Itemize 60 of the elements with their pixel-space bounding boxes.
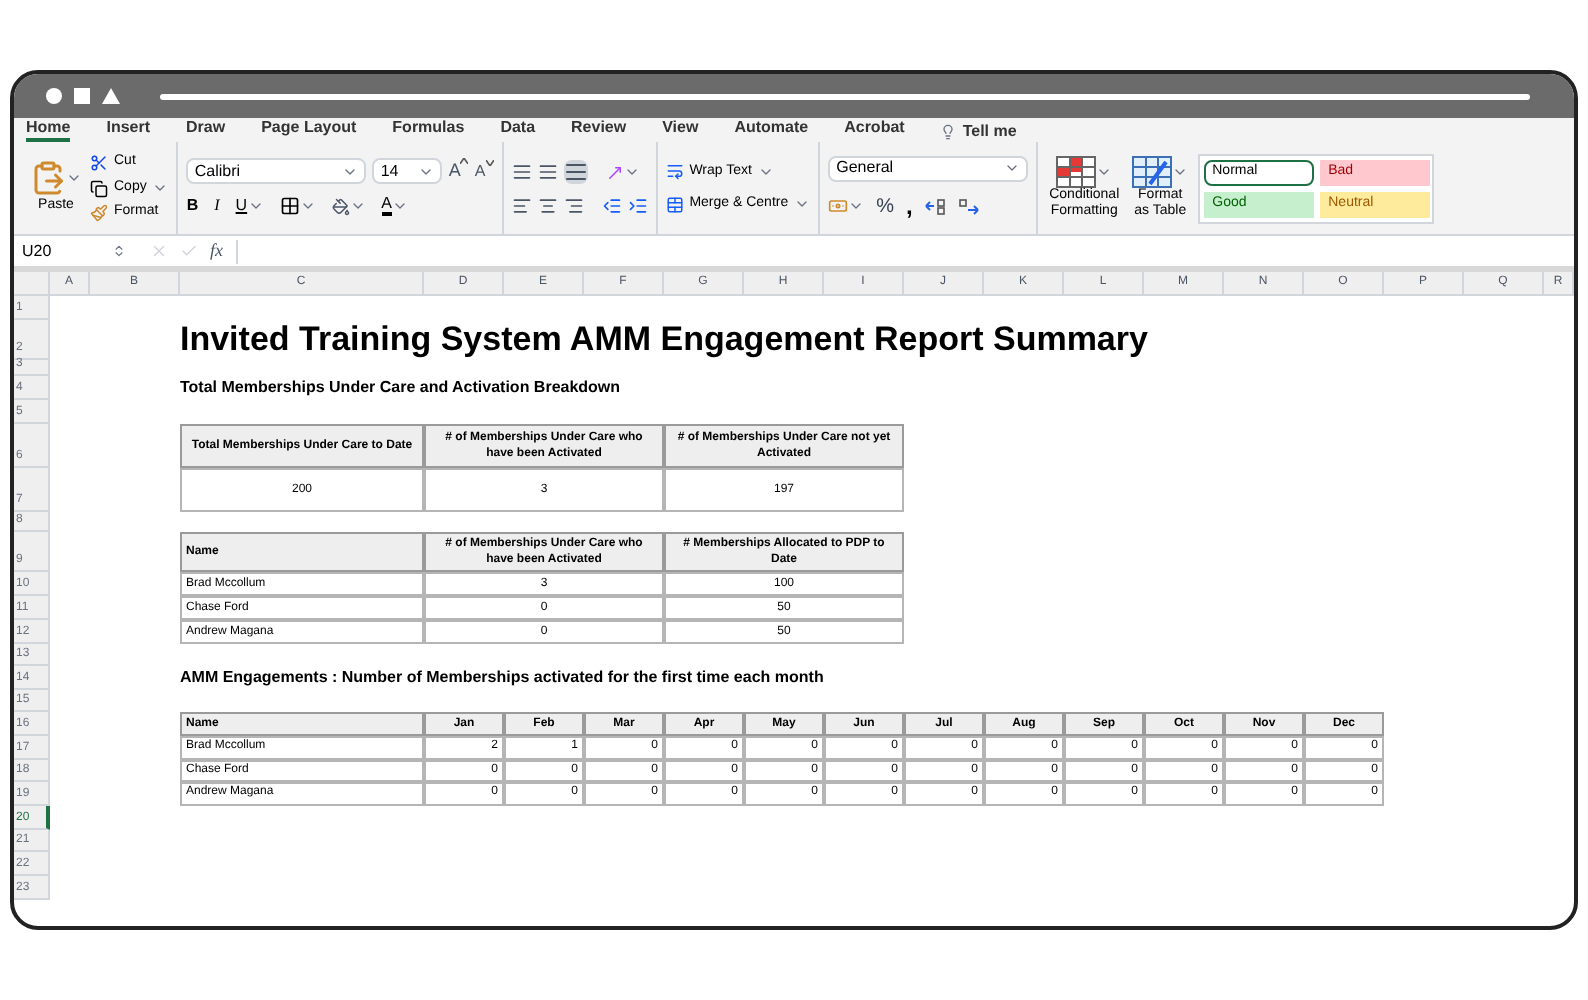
scissors-icon bbox=[90, 154, 108, 172]
number-format-dropdown[interactable]: General bbox=[828, 155, 1029, 181]
align-left-icon[interactable] bbox=[511, 196, 532, 216]
caret-icon bbox=[1096, 164, 1113, 180]
decrease-indent-icon[interactable] bbox=[601, 196, 622, 216]
ribbon-tab[interactable]: Automate bbox=[734, 118, 809, 142]
stepper-icon bbox=[112, 244, 126, 258]
up-chevron-icon bbox=[460, 157, 469, 164]
italic-button[interactable]: I bbox=[214, 194, 220, 219]
tell-me-field[interactable]: Tell me bbox=[962, 122, 1017, 142]
merge-icon bbox=[665, 195, 684, 214]
shrink-font-button[interactable]: A bbox=[474, 159, 494, 183]
orientation-icon[interactable] bbox=[605, 163, 624, 181]
name-box[interactable]: U20 bbox=[22, 239, 126, 263]
ribbon-tab[interactable]: Page Layout bbox=[261, 118, 357, 142]
table-grid-icon bbox=[1056, 156, 1097, 188]
fill-color-icon[interactable] bbox=[331, 197, 350, 216]
font-size-dropdown[interactable]: 14 bbox=[372, 158, 443, 184]
align-bottom-icon[interactable] bbox=[563, 160, 588, 184]
decrease-decimal-icon[interactable] bbox=[958, 197, 981, 215]
font-name-dropdown[interactable]: Calibri bbox=[186, 158, 367, 184]
clipboard-icon bbox=[30, 159, 66, 196]
accounting-format-icon[interactable] bbox=[828, 196, 849, 216]
paintbrush-icon bbox=[90, 204, 108, 222]
ribbon-tab[interactable]: Draw bbox=[186, 118, 226, 142]
align-right-icon[interactable] bbox=[563, 196, 584, 216]
caret-icon bbox=[848, 198, 865, 214]
align-top-icon[interactable] bbox=[511, 162, 532, 182]
copy-icon bbox=[90, 179, 108, 197]
wrap-text-icon bbox=[665, 162, 684, 181]
caret-icon bbox=[1172, 164, 1189, 180]
triangle-icon bbox=[102, 88, 120, 104]
insert-function-label[interactable]: fx bbox=[210, 237, 223, 265]
caret-icon bbox=[623, 164, 640, 180]
section-heading: Total Memberships Under Care and Activation Breakdown bbox=[180, 376, 623, 400]
down-chevron-icon bbox=[485, 159, 494, 165]
percent-button[interactable]: % bbox=[876, 191, 895, 221]
ribbon-tab[interactable]: Insert bbox=[106, 118, 151, 142]
ribbon-tab[interactable]: Formulas bbox=[392, 118, 465, 142]
ribbon-tab[interactable]: View bbox=[662, 118, 699, 142]
caret-icon bbox=[1004, 160, 1021, 176]
align-middle-icon[interactable] bbox=[537, 162, 558, 182]
ribbon-tab[interactable]: Data bbox=[500, 118, 536, 142]
align-center-icon[interactable] bbox=[537, 196, 558, 216]
increase-indent-icon[interactable] bbox=[627, 196, 648, 216]
grow-font-button[interactable]: A bbox=[448, 157, 469, 185]
borders-icon[interactable] bbox=[279, 196, 300, 217]
underline-button[interactable]: U bbox=[235, 194, 264, 219]
section-heading: AMM Engagements : Number of Memberships activated for the first time each month bbox=[180, 666, 826, 690]
caret-icon bbox=[152, 180, 169, 196]
lightbulb-icon bbox=[940, 124, 957, 140]
ribbon-tab[interactable]: Acrobat bbox=[844, 118, 905, 142]
font-color-button[interactable]: A bbox=[381, 196, 408, 217]
table-brush-icon bbox=[1132, 156, 1173, 188]
increase-decimal-icon[interactable] bbox=[924, 197, 947, 215]
report-title: Invited Training System AMM Engagement Report Summary bbox=[180, 320, 1150, 360]
bold-button[interactable]: B bbox=[186, 194, 199, 219]
square-icon bbox=[74, 88, 90, 104]
ribbon-tab[interactable]: Review bbox=[571, 118, 627, 142]
comma-style-button[interactable]: , bbox=[906, 198, 913, 214]
